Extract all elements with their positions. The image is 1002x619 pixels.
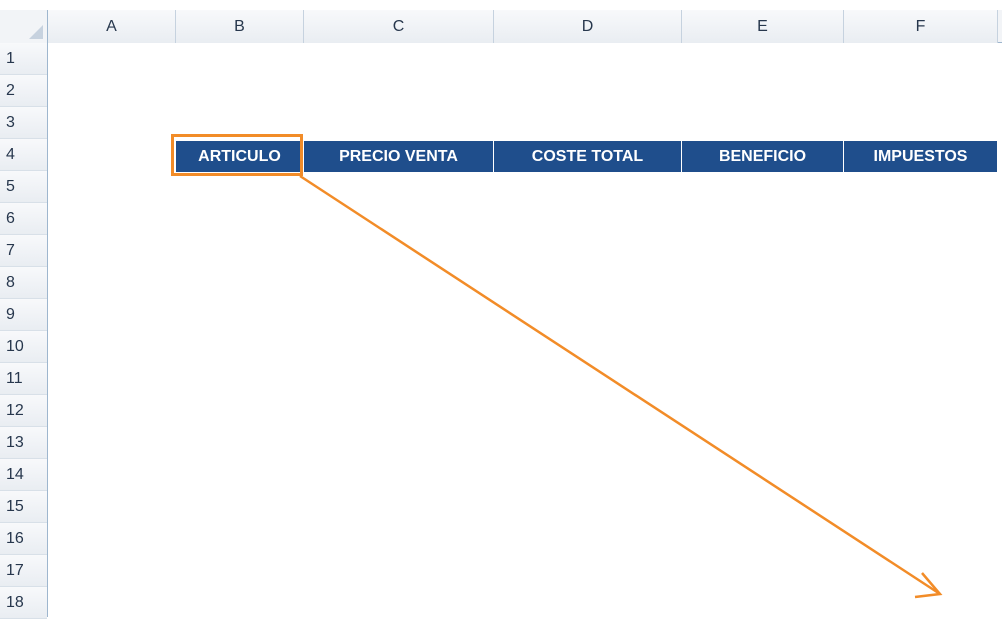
cell-c4-precio-venta[interactable]: PRECIO VENTA	[304, 141, 494, 172]
row-header-7[interactable]: 7	[0, 235, 47, 267]
row-header-16[interactable]: 16	[0, 523, 47, 555]
row-header-15[interactable]: 15	[0, 491, 47, 523]
row-header-13[interactable]: 13	[0, 427, 47, 459]
cell-f4-impuestos[interactable]: IMPUESTOS	[844, 141, 998, 172]
column-header-bar: A B C D E F	[0, 10, 1002, 43]
row-header-14[interactable]: 14	[0, 459, 47, 491]
row-header-2[interactable]: 2	[0, 75, 47, 107]
row-header-bar: 1 2 3 4 5 6 7 8 9 10 11 12 13 14 15 16 1…	[0, 43, 48, 619]
row-header-10[interactable]: 10	[0, 331, 47, 363]
arrow-line	[299, 174, 941, 596]
row-header-5[interactable]: 5	[0, 171, 47, 203]
row-header-9[interactable]: 9	[0, 299, 47, 331]
select-all-corner[interactable]	[0, 10, 48, 43]
row-header-8[interactable]: 8	[0, 267, 47, 299]
column-header-a[interactable]: A	[48, 10, 176, 43]
cell-e4-beneficio[interactable]: BENEFICIO	[682, 141, 844, 172]
row-header-3[interactable]: 3	[0, 107, 47, 139]
row-header-11[interactable]: 11	[0, 363, 47, 395]
cell-d4-coste-total[interactable]: COSTE TOTAL	[494, 141, 682, 172]
column-header-c[interactable]: C	[304, 10, 494, 43]
row-header-1[interactable]: 1	[0, 43, 47, 75]
spreadsheet: A B C D E F 1 2 3 4 5 6 7 8 9 10 11 12 1…	[0, 0, 1002, 619]
arrow-head-icon	[914, 572, 943, 599]
row-header-4[interactable]: 4	[0, 139, 47, 171]
arrow-annotation	[299, 174, 943, 599]
select-all-icon	[29, 25, 43, 39]
row-header-6[interactable]: 6	[0, 203, 47, 235]
column-header-e[interactable]: E	[682, 10, 844, 43]
column-header-d[interactable]: D	[494, 10, 682, 43]
row-header-12[interactable]: 12	[0, 395, 47, 427]
row-header-17[interactable]: 17	[0, 555, 47, 587]
cell-b4-articulo[interactable]: ARTICULO	[176, 141, 304, 172]
row-header-18[interactable]: 18	[0, 587, 47, 619]
column-header-b[interactable]: B	[176, 10, 304, 43]
column-header-f[interactable]: F	[844, 10, 998, 43]
